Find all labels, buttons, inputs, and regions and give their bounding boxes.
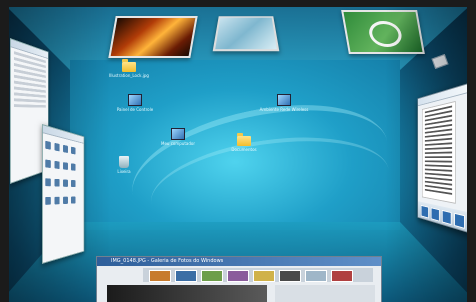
monitor-bezel — [0, 0, 476, 302]
3d-desktop-scene: Illustration_Lock.jpg Painel de Controle… — [0, 0, 476, 302]
